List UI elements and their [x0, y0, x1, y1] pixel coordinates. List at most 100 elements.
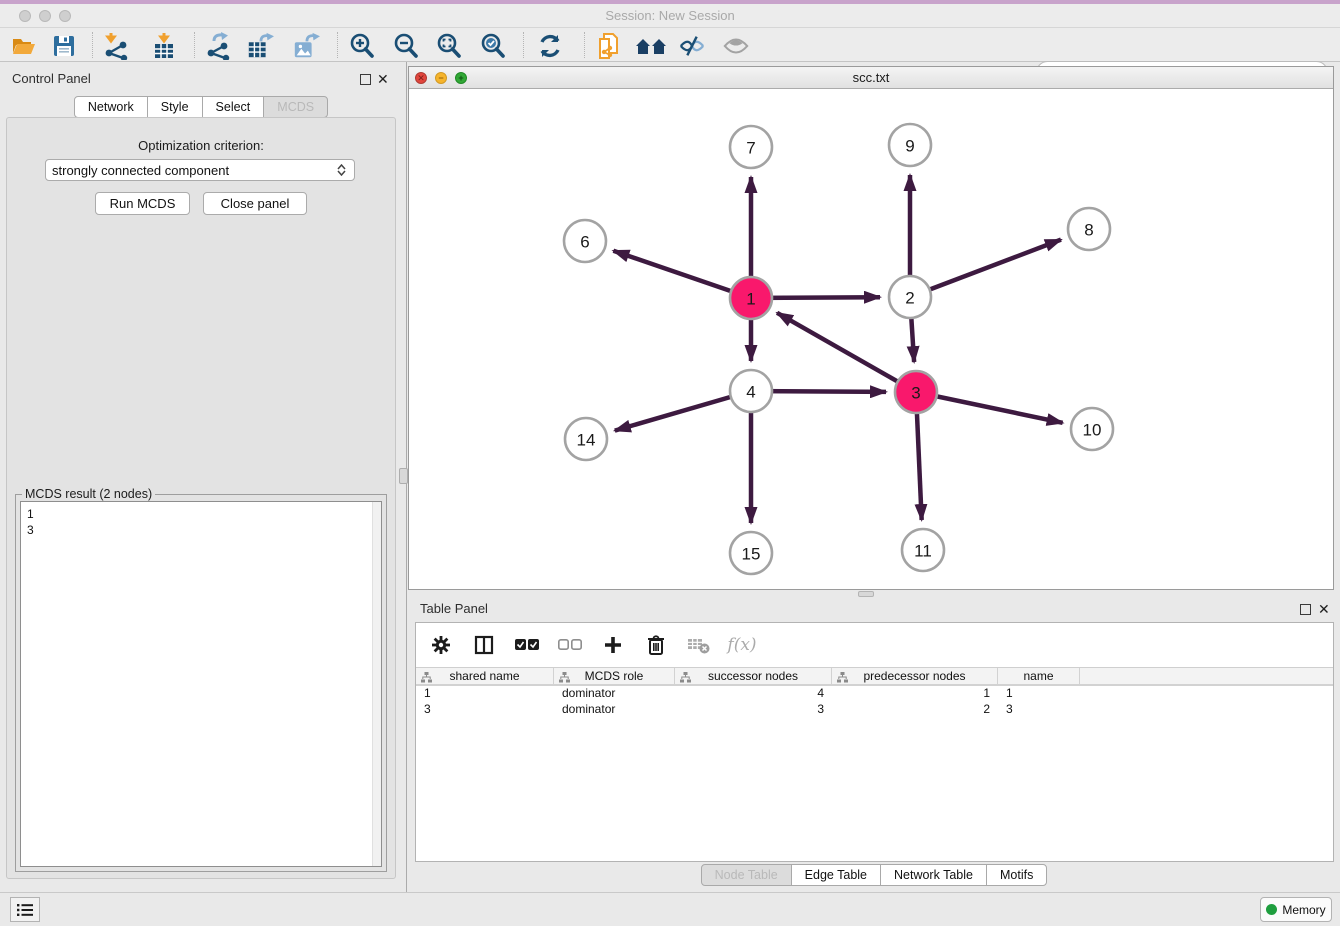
graph-edge-3-1[interactable] [777, 313, 916, 392]
deselect-all-columns-icon[interactable] [557, 632, 583, 658]
float-panel-icon[interactable] [360, 74, 371, 85]
table-row[interactable]: 3 dominator 3 2 3 [416, 702, 1333, 718]
memory-button[interactable]: Memory [1260, 897, 1332, 922]
cell-successor-nodes[interactable]: 4 [675, 686, 832, 702]
network-window-title: scc.txt [409, 70, 1333, 85]
optimization-criterion-label: Optimization criterion: [7, 138, 395, 153]
close-table-panel-icon[interactable]: ✕ [1318, 600, 1330, 618]
criterion-dropdown[interactable]: strongly connected component [45, 159, 355, 181]
graph-node-label: 7 [746, 139, 755, 158]
tab-style[interactable]: Style [147, 96, 203, 118]
cell-shared-name[interactable]: 1 [416, 686, 554, 702]
delete-column-trash-icon[interactable] [643, 632, 669, 658]
graph-node-1[interactable]: 1 [730, 277, 772, 319]
result-line: 1 [27, 506, 381, 522]
tab-network[interactable]: Network [74, 96, 148, 118]
cell-mcds-role[interactable]: dominator [554, 702, 675, 718]
zoom-out-icon[interactable] [392, 32, 420, 60]
clone-network-icon[interactable] [594, 32, 622, 60]
column-type-icon [680, 672, 691, 686]
column-header-shared-name[interactable]: shared name [416, 668, 554, 684]
network-window-titlebar[interactable]: ✕ − + scc.txt [409, 67, 1333, 89]
mcds-panel: Optimization criterion: strongly connect… [6, 117, 396, 879]
import-table-icon[interactable] [150, 32, 178, 60]
tab-motifs[interactable]: Motifs [986, 864, 1047, 886]
zoom-selected-icon[interactable] [479, 32, 507, 60]
network-view-window: ✕ − + scc.txt 7 9 6 8 1 2 4 3 14 10 15 11 [408, 66, 1334, 590]
graph-node-9[interactable]: 9 [889, 124, 931, 166]
cell-predecessor-nodes[interactable]: 2 [832, 702, 998, 718]
graph-node-11[interactable]: 11 [902, 529, 944, 571]
zoom-fit-icon[interactable] [435, 32, 463, 60]
show-columns-icon[interactable] [471, 632, 497, 658]
import-network-icon[interactable] [102, 32, 130, 60]
save-session-icon[interactable] [50, 32, 78, 60]
cell-shared-name[interactable]: 3 [416, 702, 554, 718]
graph-edge-2-8[interactable] [910, 240, 1061, 297]
table-panel-title: Table Panel [420, 601, 488, 616]
tab-select[interactable]: Select [202, 96, 265, 118]
column-type-icon [837, 672, 848, 686]
hide-graphics-details-icon[interactable] [678, 32, 706, 60]
cell-predecessor-nodes[interactable]: 1 [832, 686, 998, 702]
export-image-icon[interactable] [292, 32, 320, 60]
column-header-name[interactable]: name [998, 668, 1080, 684]
zoom-in-icon[interactable] [348, 32, 376, 60]
export-table-icon[interactable] [246, 32, 274, 60]
graph-node-label: 3 [911, 384, 920, 403]
apply-layout-icon[interactable] [536, 32, 564, 60]
column-header-successor-nodes[interactable]: successor nodes [675, 668, 832, 684]
graph-node-15[interactable]: 15 [730, 532, 772, 574]
graph-node-8[interactable]: 8 [1068, 208, 1110, 250]
mcds-result-textarea[interactable]: 1 3 [20, 501, 382, 867]
panel-splitter-handle[interactable] [399, 468, 408, 484]
table-row[interactable]: 1 dominator 4 1 1 [416, 686, 1333, 702]
graph-node-label: 4 [746, 383, 755, 402]
select-all-columns-icon[interactable] [514, 632, 540, 658]
graph-edge-3-10[interactable] [916, 392, 1063, 423]
tab-network-table[interactable]: Network Table [880, 864, 987, 886]
table-settings-gear-icon[interactable] [428, 632, 454, 658]
column-label: successor nodes [708, 669, 798, 683]
graph-node-label: 14 [577, 431, 596, 450]
network-canvas[interactable]: 7 9 6 8 1 2 4 3 14 10 15 11 [409, 89, 1333, 589]
network-table-splitter-handle[interactable] [858, 591, 874, 597]
result-scrollbar[interactable] [372, 502, 381, 866]
home-panels-icon[interactable] [634, 32, 668, 60]
run-mcds-button[interactable]: Run MCDS [95, 192, 190, 215]
graph-node-14[interactable]: 14 [565, 418, 607, 460]
cell-name[interactable]: 1 [998, 686, 1080, 702]
eye-icon [722, 32, 750, 60]
close-panel-button[interactable]: Close panel [203, 192, 307, 215]
cell-successor-nodes[interactable]: 3 [675, 702, 832, 718]
main-toolbar [0, 28, 1340, 62]
export-network-icon[interactable] [204, 32, 232, 60]
graph-node-4[interactable]: 4 [730, 370, 772, 412]
graph-node-10[interactable]: 10 [1071, 408, 1113, 450]
tab-node-table[interactable]: Node Table [701, 864, 792, 886]
delete-table-icon [686, 632, 712, 658]
column-header-mcds-role[interactable]: MCDS role [554, 668, 675, 684]
column-label: name [1023, 669, 1053, 683]
tab-mcds[interactable]: MCDS [263, 96, 328, 118]
table-header-row: shared name MCDS role successor nodes pr… [416, 667, 1333, 686]
status-bar: Memory [0, 892, 1340, 926]
table-toolbar: f(x) [416, 623, 1333, 667]
column-header-predecessor-nodes[interactable]: predecessor nodes [832, 668, 998, 684]
open-file-icon[interactable] [10, 32, 38, 60]
float-table-panel-icon[interactable] [1300, 604, 1311, 615]
graph-node-3[interactable]: 3 [895, 371, 937, 413]
control-panel-title: Control Panel [12, 71, 91, 86]
show-task-history-button[interactable] [10, 897, 40, 922]
cell-name[interactable]: 3 [998, 702, 1080, 718]
dropdown-stepper-icon [337, 164, 346, 176]
create-column-icon[interactable] [600, 632, 626, 658]
result-line: 3 [27, 522, 381, 538]
tab-edge-table[interactable]: Edge Table [791, 864, 881, 886]
graph-node-6[interactable]: 6 [564, 220, 606, 262]
graph-node-2[interactable]: 2 [889, 276, 931, 318]
graph-node-label: 11 [914, 542, 932, 561]
graph-node-7[interactable]: 7 [730, 126, 772, 168]
close-panel-icon[interactable]: ✕ [377, 70, 389, 88]
cell-mcds-role[interactable]: dominator [554, 686, 675, 702]
